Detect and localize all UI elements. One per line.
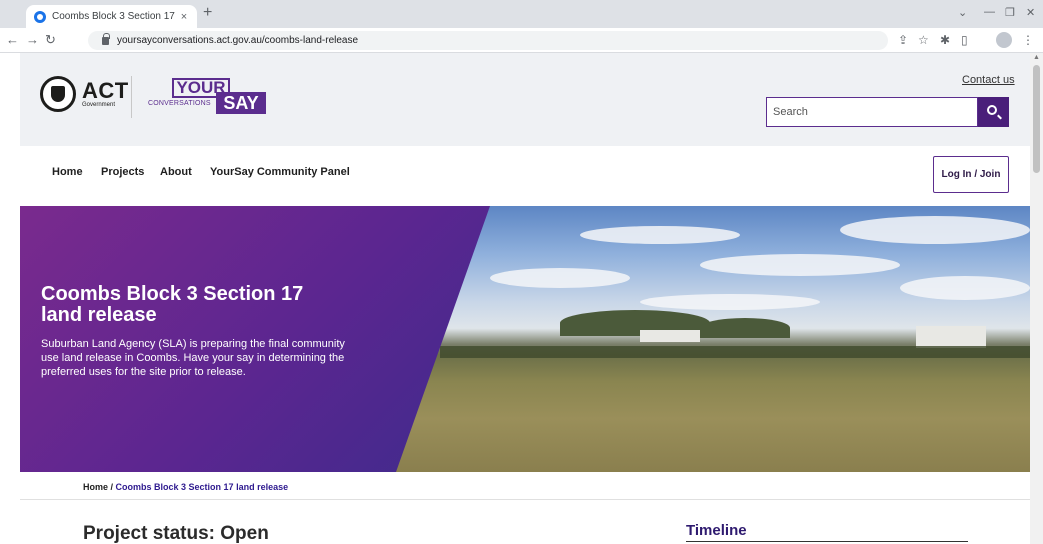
act-government-logo[interactable]: ACT Government xyxy=(40,76,129,112)
nav-community-panel[interactable]: YourSay Community Panel xyxy=(210,166,350,178)
hero-banner: Coombs Block 3 Section 17 land release S… xyxy=(20,206,1030,472)
minimize-icon[interactable]: — xyxy=(984,6,995,18)
new-tab-button[interactable]: + xyxy=(203,4,212,22)
timeline-heading: Timeline xyxy=(686,522,747,539)
menu-icon[interactable]: ⋮ xyxy=(1022,33,1034,47)
search-icon xyxy=(987,105,997,115)
breadcrumb-separator: / xyxy=(108,482,116,492)
restore-icon[interactable]: ❐ xyxy=(1005,6,1015,19)
nav-home[interactable]: Home xyxy=(52,166,83,178)
browser-tab[interactable]: Coombs Block 3 Section 17 land × xyxy=(26,5,197,28)
tab-close-icon[interactable]: × xyxy=(177,11,191,23)
search-button[interactable] xyxy=(978,97,1009,127)
share-icon[interactable]: ⇪ xyxy=(898,33,908,47)
web-page: ACT Government YOUR CONVERSATIONS SAY Co… xyxy=(20,53,1030,544)
site-favicon-icon xyxy=(34,10,46,23)
yoursay-logo-say: SAY xyxy=(216,92,266,114)
scroll-up-icon[interactable]: ▲ xyxy=(1033,54,1040,61)
hero-title: Coombs Block 3 Section 17 land release xyxy=(41,283,304,326)
yoursay-logo-conversations: CONVERSATIONS xyxy=(148,100,211,107)
sidebar-icon[interactable]: ▯ xyxy=(961,33,968,47)
lock-icon[interactable] xyxy=(102,32,110,45)
address-bar[interactable]: yoursayconversations.act.gov.au/coombs-l… xyxy=(88,31,888,50)
search-input[interactable]: Search xyxy=(766,97,978,127)
tab-title: Coombs Block 3 Section 17 land xyxy=(52,11,177,22)
nav-projects[interactable]: Projects xyxy=(101,166,144,178)
login-join-button[interactable]: Log In / Join xyxy=(933,156,1009,193)
breadcrumb-current[interactable]: Coombs Block 3 Section 17 land release xyxy=(116,482,289,492)
hero-description: Suburban Land Agency (SLA) is preparing … xyxy=(41,338,345,378)
browser-toolbar: ← → ↻ yoursayconversations.act.gov.au/co… xyxy=(0,28,1043,53)
profile-icon[interactable] xyxy=(996,32,1012,48)
scrollbar-thumb[interactable] xyxy=(1033,65,1040,173)
close-window-icon[interactable]: ✕ xyxy=(1026,6,1035,19)
nav-about[interactable]: About xyxy=(160,166,192,178)
coat-of-arms-icon xyxy=(40,76,76,112)
forward-icon[interactable]: → xyxy=(26,32,39,47)
yoursay-logo[interactable]: YOUR CONVERSATIONS SAY xyxy=(148,78,268,118)
logo-divider xyxy=(131,76,132,118)
browser-tab-strip: Coombs Block 3 Section 17 land × + ⌄ — ❐… xyxy=(0,0,1043,28)
page-scrollbar[interactable]: ▲ xyxy=(1030,53,1043,544)
timeline-divider xyxy=(686,541,968,542)
breadcrumb: Home / Coombs Block 3 Section 17 land re… xyxy=(83,482,288,492)
act-logo-text: ACT xyxy=(82,78,129,103)
breadcrumb-home[interactable]: Home xyxy=(83,482,108,492)
tab-search-icon[interactable]: ⌄ xyxy=(958,6,967,19)
extensions-icon[interactable]: ✱ xyxy=(940,33,950,47)
contact-us-link[interactable]: Contact us xyxy=(962,74,1015,86)
reload-icon[interactable]: ↻ xyxy=(45,32,56,48)
address-url: yoursayconversations.act.gov.au/coombs-l… xyxy=(117,35,359,46)
site-header: ACT Government YOUR CONVERSATIONS SAY Co… xyxy=(20,53,1030,146)
act-logo-subtext: Government xyxy=(82,102,116,108)
back-icon[interactable]: ← xyxy=(6,32,19,47)
star-icon[interactable]: ☆ xyxy=(918,33,929,47)
main-navigation: Home Projects About YourSay Community Pa… xyxy=(20,146,1030,206)
project-status-heading: Project status: Open xyxy=(83,523,269,544)
breadcrumb-divider xyxy=(20,499,1030,500)
